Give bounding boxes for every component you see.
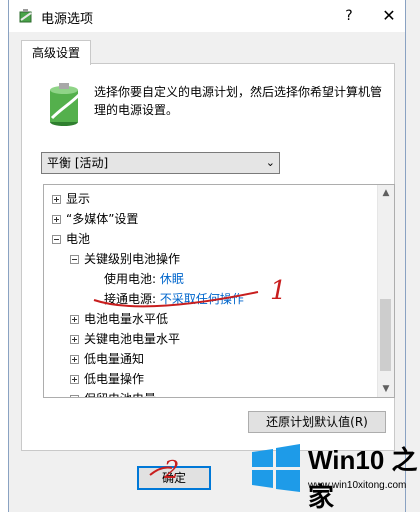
collapse-minus-icon[interactable] bbox=[52, 235, 61, 244]
collapse-minus-icon[interactable] bbox=[70, 255, 79, 264]
expand-plus-icon[interactable] bbox=[70, 375, 79, 384]
scroll-up-icon[interactable]: ▲ bbox=[378, 185, 394, 201]
windows-logo-icon bbox=[252, 444, 300, 492]
tree-item-label: 关键级别电池操作 bbox=[84, 252, 181, 266]
help-button[interactable]: ? bbox=[337, 4, 361, 28]
restore-defaults-button[interactable]: 还原计划默认值(R) bbox=[248, 411, 386, 433]
tree-item-plugged-in[interactable]: 接通电源: 不采取任何操作 bbox=[104, 289, 244, 309]
description-text: 选择你要自定义的电源计划，然后选择你希望计算机管理的电源设置。 bbox=[94, 85, 383, 117]
settings-tree[interactable]: 显示 “多媒体”设置 电池 关键级别电池操作 使用电池: 休眠 接通电源: 不采… bbox=[43, 184, 395, 398]
battery-icon bbox=[50, 83, 82, 126]
annotation-mark-1: 1 bbox=[270, 276, 287, 306]
tree-scrollbar[interactable]: ▲ ▼ bbox=[377, 185, 394, 397]
expand-plus-icon[interactable] bbox=[70, 355, 79, 364]
tree-item-label: 关键电池电量水平 bbox=[84, 332, 181, 346]
watermark-title: Win10 之家 bbox=[308, 445, 418, 512]
expand-plus-icon[interactable] bbox=[52, 195, 61, 204]
tree-item-label: 电池电量水平低 bbox=[84, 312, 169, 326]
scroll-down-icon[interactable]: ▼ bbox=[378, 381, 394, 397]
tree-item-label: 保留电池电量 bbox=[84, 389, 156, 397]
tree-item-label: 低电量操作 bbox=[84, 372, 145, 386]
watermark-url: www.win10xitong.com bbox=[308, 480, 407, 491]
tree-item-label: “多媒体”设置 bbox=[66, 212, 139, 226]
setting-label: 使用电池: bbox=[104, 272, 157, 286]
tree-item-on-battery[interactable]: 使用电池: 休眠 bbox=[104, 269, 184, 289]
setting-value-link[interactable]: 休眠 bbox=[160, 272, 184, 286]
annotation-mark-2: 2 bbox=[164, 456, 180, 484]
settings-panel: 选择你要自定义的电源计划，然后选择你希望计算机管理的电源设置。 平衡 [活动] … bbox=[21, 63, 395, 451]
close-button[interactable]: ✕ bbox=[377, 4, 401, 28]
chevron-down-icon: ⌄ bbox=[265, 156, 275, 169]
power-plan-value: 平衡 [活动] bbox=[47, 156, 109, 170]
expand-plus-icon[interactable] bbox=[52, 215, 61, 224]
expand-plus-icon[interactable] bbox=[70, 335, 79, 344]
setting-label: 接通电源: bbox=[104, 292, 157, 306]
title-bar[interactable]: 电源选项 ? ✕ bbox=[9, 0, 405, 32]
power-plan-select[interactable]: 平衡 [活动] ⌄ bbox=[41, 152, 280, 174]
expand-plus-icon[interactable] bbox=[70, 395, 79, 397]
power-options-icon bbox=[19, 9, 32, 23]
tree-item-label: 显示 bbox=[66, 192, 91, 206]
tree-item-label: 低电量通知 bbox=[84, 352, 145, 366]
setting-value-link[interactable]: 不采取任何操作 bbox=[160, 292, 244, 306]
watermark: Win10 之家 www.win10xitong.com bbox=[250, 432, 420, 512]
tree-item-label: 电池 bbox=[66, 232, 91, 246]
window-title: 电源选项 bbox=[41, 12, 94, 27]
expand-plus-icon[interactable] bbox=[70, 315, 79, 324]
scrollbar-thumb[interactable] bbox=[380, 299, 391, 371]
tab-advanced-settings[interactable]: 高级设置 bbox=[21, 40, 92, 65]
